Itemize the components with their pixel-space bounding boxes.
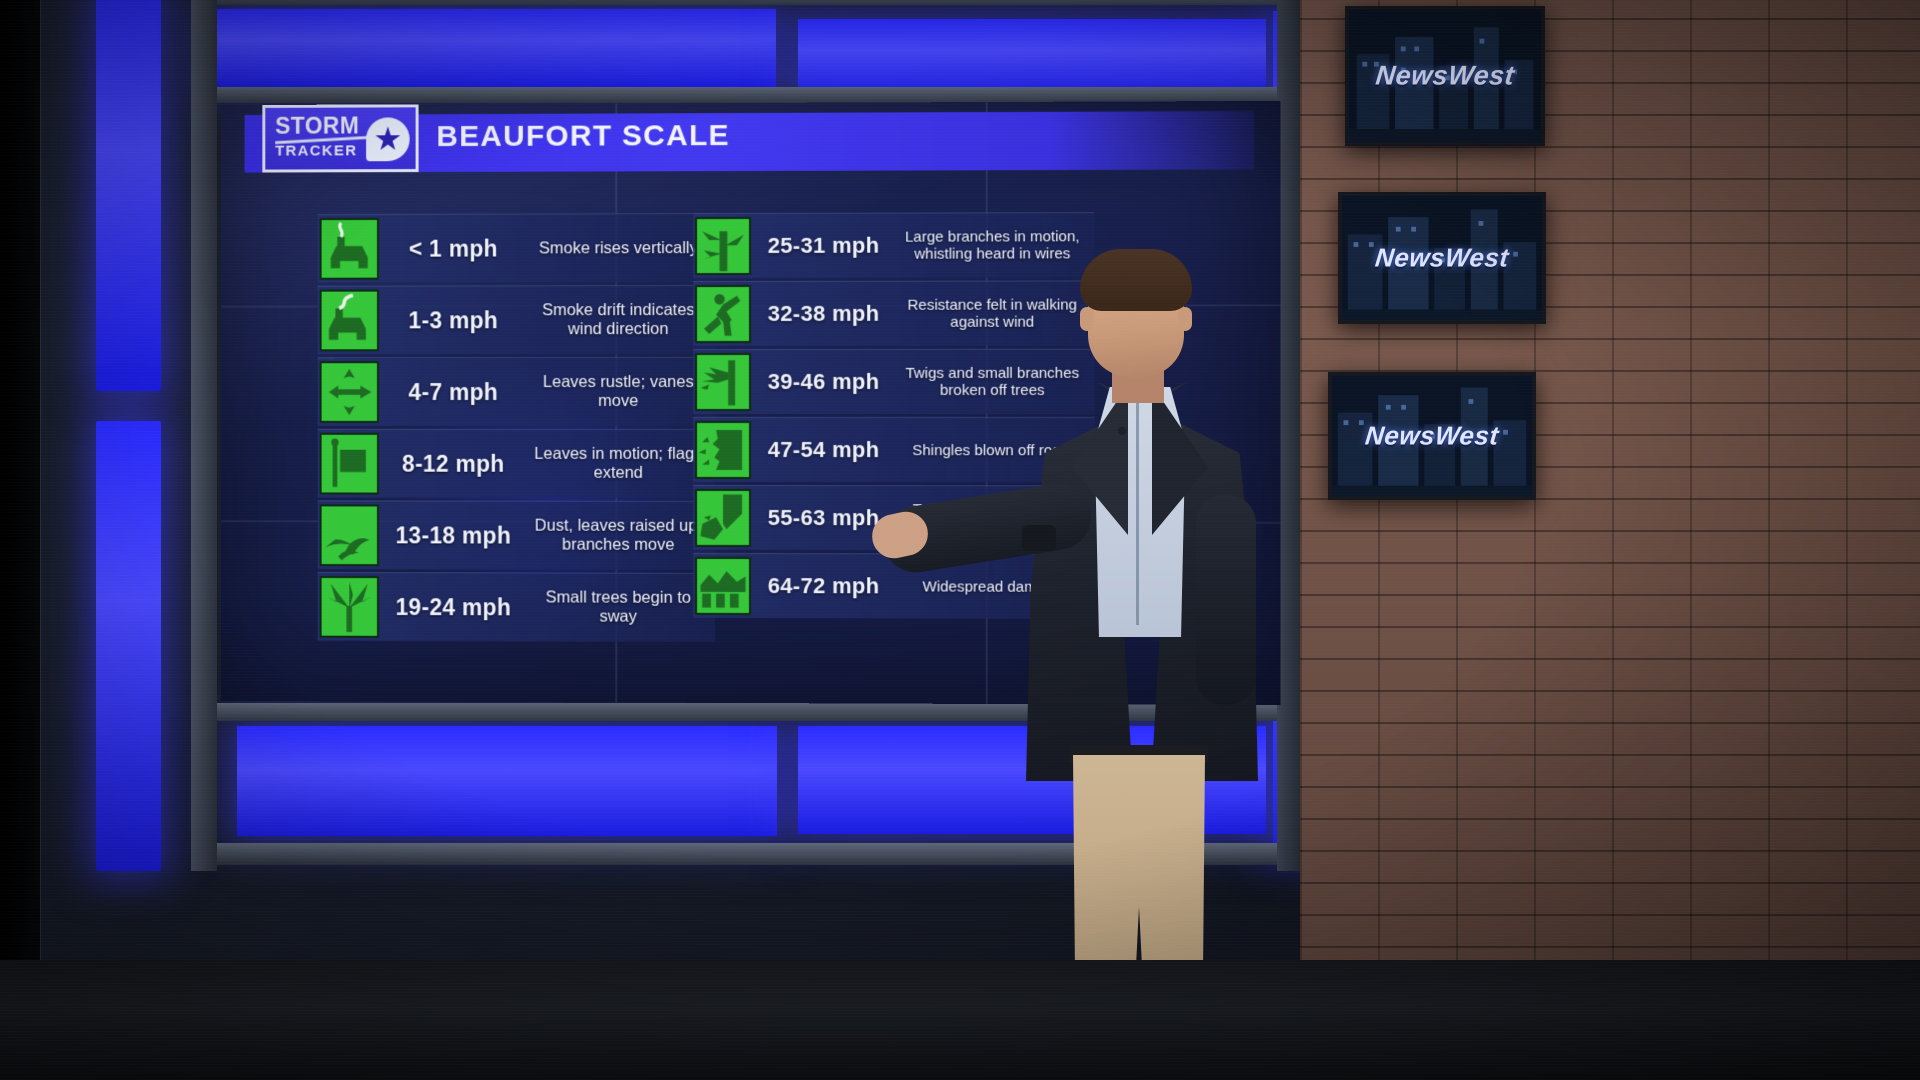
smoke-rising-chimney-icon [319, 217, 379, 280]
page-title: BEAUFORT SCALE [436, 119, 730, 154]
wind-description: Small trees begin to sway [545, 588, 691, 626]
wind-speed: 25-31 mph [767, 232, 880, 258]
accent-light-left-lower [96, 421, 161, 871]
wind-speed: 8-12 mph [402, 450, 505, 477]
monitor-screen: NewsWest [1332, 376, 1532, 496]
small-tree-swaying-icon [319, 575, 379, 638]
presenter-arm-left [1196, 495, 1256, 705]
weather-vane-icon [319, 361, 379, 423]
table-row: < 1 mph Smoke rises vertically [317, 213, 716, 283]
monitor-logo-label: NewsWest [1373, 242, 1511, 273]
table-row: 8-12 mph Leaves in motion; flags extend [317, 428, 716, 498]
lapel-microphone-icon [1118, 427, 1126, 435]
accent-light-top-left [216, 9, 776, 87]
wind-speed: 47-54 mph [767, 437, 880, 463]
monitor-logo-label: NewsWest [1363, 420, 1501, 451]
shingles-blown-off-roof-icon [695, 420, 751, 480]
meteorologist-presenter [868, 245, 1300, 1080]
wind-speed: 32-38 mph [767, 300, 880, 326]
wind-speed: 64-72 mph [767, 573, 880, 599]
stormtracker-logo: STORM TRACKER [262, 104, 419, 173]
wind-speed: 1-3 mph [408, 306, 499, 333]
wall-post-left [191, 0, 217, 871]
monitor-screen: NewsWest [1342, 196, 1542, 320]
wind-speed: 39-46 mph [767, 368, 880, 394]
presenter-ear-right [1178, 307, 1192, 331]
wall-monitor-middle: NewsWest [1338, 192, 1546, 324]
monitor-screen: NewsWest [1349, 10, 1541, 142]
wind-description: Leaves rustle; vanes move [542, 373, 694, 410]
wind-description: Leaves in motion; flags extend [534, 444, 703, 482]
tree-broken-damage-icon [695, 488, 751, 548]
wall-monitor-top: NewsWest [1345, 6, 1545, 146]
presenter-ear-left [1080, 307, 1094, 331]
accent-light-left-upper [96, 0, 161, 391]
twigs-branches-broken-icon [695, 352, 751, 412]
studio-floor [0, 960, 1920, 1080]
star-badge-icon [366, 117, 410, 167]
wind-speed: 4-7 mph [408, 378, 499, 405]
table-row: 19-24 mph Small trees begin to sway [317, 572, 716, 642]
wind-speed: 13-18 mph [395, 521, 512, 549]
person-walking-against-wind-icon [695, 284, 751, 344]
smoke-drifting-chimney-icon [319, 289, 379, 352]
wind-description: Dust, leaves raised up; branches move [534, 516, 702, 554]
presenter-hair [1080, 249, 1192, 311]
presenter-shirt-placket [1136, 395, 1139, 625]
widespread-damage-icon [695, 556, 751, 616]
accent-light-bottom-left [237, 726, 777, 836]
large-branches-moving-icon [695, 216, 751, 276]
wind-description: Smoke rises vertically [538, 238, 698, 257]
accent-light-top-right [798, 19, 1266, 97]
wind-speed: 19-24 mph [395, 593, 512, 620]
monitor-logo-label: NewsWest [1374, 60, 1516, 91]
table-row: 4-7 mph Leaves rustle; vanes move [317, 357, 716, 426]
wall-beam-top [191, 0, 1301, 5]
wind-description: Smoke drift indicates wind direction [542, 301, 695, 339]
wind-speed: < 1 mph [408, 235, 498, 262]
table-row: 1-3 mph Smoke drift indicates wind direc… [317, 285, 716, 355]
studio-scene: STORM TRACKER BEAUFORT SCALE < 1 mph Smo… [0, 0, 1920, 1080]
dust-leaves-raised-icon [319, 504, 379, 567]
wall-monitor-bottom: NewsWest [1328, 372, 1536, 500]
table-row: 13-18 mph Dust, leaves raised up; branch… [317, 500, 716, 570]
flag-extended-icon [319, 432, 379, 495]
beaufort-column-left: < 1 mph Smoke rises vertically 1-3 mph S… [317, 213, 716, 645]
presenter-clicker [1022, 525, 1056, 551]
